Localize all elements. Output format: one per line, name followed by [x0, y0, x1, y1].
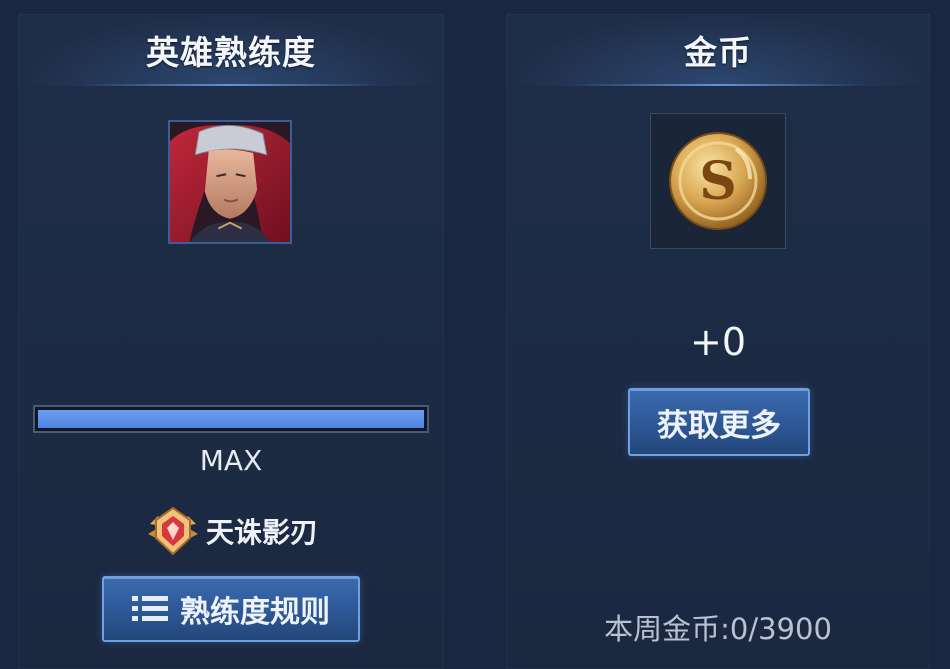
mastery-rules-button[interactable]: 熟练度规则 [102, 576, 360, 642]
coin-icon-frame: S [650, 113, 786, 249]
rank-label: 天诛影刃 [205, 516, 318, 549]
coin-gain: +0 [689, 320, 747, 364]
weekly-coin-counter: 本周金币:0/3900 [604, 612, 832, 646]
coin-header: 金币 [506, 14, 930, 86]
mastery-rules-label: 熟练度规则 [180, 595, 330, 630]
hero-mastery-header: 英雄熟练度 [18, 14, 444, 86]
coin-title: 金币 [684, 33, 752, 72]
mastery-progress-label: MAX [199, 444, 263, 477]
hero-mastery-panel: 英雄熟练度 MAX 天诛影刃 熟练度规则 [18, 14, 444, 669]
mastery-progress-bar [33, 405, 429, 433]
hero-portrait-image [170, 122, 290, 242]
rank-emblem-icon [147, 506, 198, 556]
mastery-rank: 天诛影刃 [18, 504, 444, 558]
mastery-progress-fill [38, 410, 424, 428]
hero-mastery-title: 英雄熟练度 [146, 33, 316, 72]
hero-portrait[interactable] [168, 120, 292, 244]
coin-panel: 金币 S +0 获取更多 本周金币:0/3900 [506, 14, 930, 669]
gold-coin-icon: S [669, 132, 767, 230]
svg-text:S: S [699, 151, 737, 212]
get-more-button[interactable]: 获取更多 [628, 388, 810, 456]
list-icon [132, 596, 168, 621]
